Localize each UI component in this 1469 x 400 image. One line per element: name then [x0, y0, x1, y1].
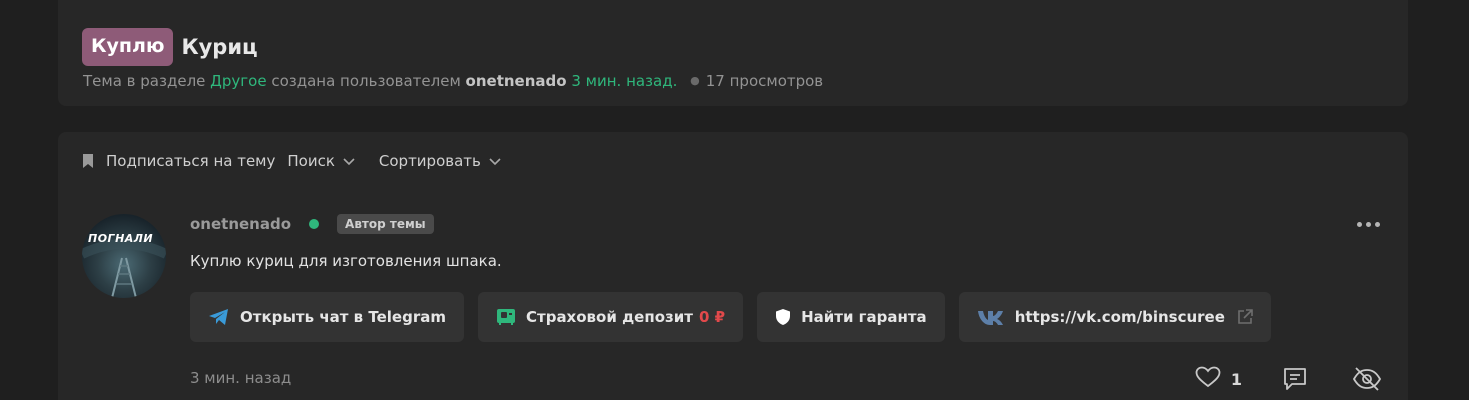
search-dropdown[interactable]: Поиск [287, 152, 355, 170]
post-body: Куплю куриц для изготовления шпака. [190, 252, 502, 270]
thread-header: Куплю Куриц Тема в разделе Другое создан… [58, 0, 1408, 106]
post-buttons: Открыть чат в Telegram Страховой депозит… [190, 292, 1271, 342]
vk-link-label: https://vk.com/binscuree [1014, 308, 1225, 326]
telegram-button[interactable]: Открыть чат в Telegram [190, 292, 464, 342]
deposit-button[interactable]: Страховой депозит 0 ₽ [478, 292, 744, 342]
thread-title-row: Куплю Куриц [82, 28, 258, 66]
chevron-down-icon [343, 152, 355, 170]
avatar-image [82, 239, 166, 298]
thread-title: Куриц [181, 35, 258, 59]
meta-text: создана пользователем [266, 72, 466, 90]
guarantor-label: Найти гаранта [801, 308, 927, 326]
avatar-text: ПОГНАЛИ [88, 232, 154, 245]
thread-meta: Тема в разделе Другое создана пользовате… [83, 72, 823, 90]
deposit-label: Страховой депозит [526, 308, 693, 326]
avatar[interactable]: ПОГНАЛИ [82, 214, 166, 298]
telegram-icon [208, 308, 230, 326]
thread-prefix-badge[interactable]: Куплю [82, 28, 174, 66]
deposit-icon [496, 308, 516, 326]
author-badge: Автор темы [337, 214, 434, 234]
hide-icon[interactable] [1352, 366, 1382, 392]
telegram-label: Открыть чат в Telegram [240, 308, 446, 326]
post-username[interactable]: onetnenado [190, 215, 291, 233]
like-button[interactable]: 1 [1195, 366, 1242, 392]
meta-text: Тема в разделе [83, 72, 211, 90]
post-header: onetnenado Автор темы [190, 214, 434, 234]
post-actions: 1 [1195, 366, 1382, 392]
find-guarantor-button[interactable]: Найти гаранта [757, 292, 945, 342]
post-container: Подписаться на тему Поиск Сортировать ПО… [58, 132, 1408, 400]
chevron-down-icon [489, 152, 501, 170]
sort-label: Сортировать [378, 152, 481, 170]
views-count: 17 просмотров [705, 72, 824, 90]
shield-icon [775, 308, 791, 326]
reply-icon[interactable] [1282, 367, 1308, 391]
like-count: 1 [1230, 369, 1242, 389]
subscribe-label: Подписаться на тему [106, 152, 276, 170]
bookmark-icon [82, 153, 94, 169]
external-link-icon [1237, 309, 1253, 325]
post-time[interactable]: 3 мин. назад [190, 369, 291, 387]
section-link[interactable]: Другое [210, 72, 266, 90]
heart-icon [1195, 366, 1221, 392]
subscribe-button[interactable]: Подписаться на тему [82, 152, 275, 170]
author-link[interactable]: onetnenado [466, 72, 567, 90]
separator-dot: ● [690, 74, 700, 87]
vk-link-button[interactable]: https://vk.com/binscuree [958, 292, 1271, 342]
more-icon[interactable] [1357, 222, 1380, 227]
deposit-value: 0 ₽ [698, 308, 726, 326]
vk-icon [977, 309, 1005, 325]
sort-dropdown[interactable]: Сортировать [379, 152, 501, 170]
search-label: Поиск [287, 152, 335, 170]
thread-time-link[interactable]: 3 мин. назад. [571, 72, 677, 90]
thread-toolbar: Подписаться на тему Поиск Сортировать [82, 150, 501, 172]
online-status-icon [309, 219, 320, 229]
